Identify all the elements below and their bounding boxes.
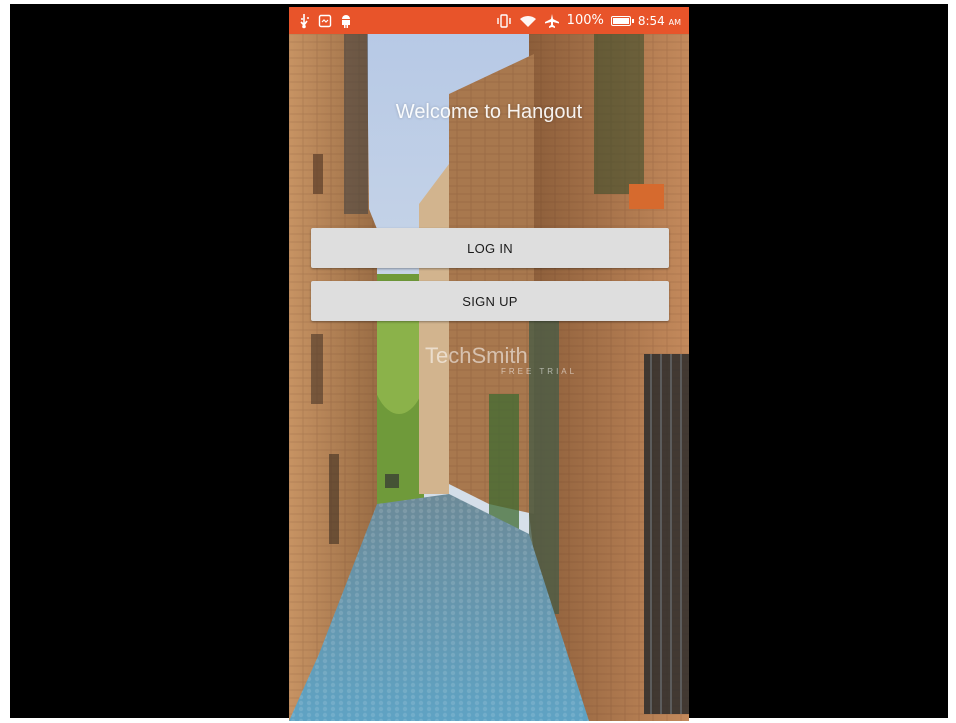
battery-icon <box>610 15 634 26</box>
welcome-title: Welcome to Hangout <box>395 101 583 123</box>
vibrate-icon <box>496 13 512 28</box>
watermark-sub: FREE TRIAL <box>501 367 578 376</box>
login-button[interactable]: LOG IN <box>311 228 669 268</box>
airplane-icon <box>544 13 560 29</box>
phone-screen: 100% 8:54 AM Welcome to Hangout LOG IN S… <box>289 7 689 721</box>
clock: 8:54 AM <box>637 13 681 28</box>
wifi-icon <box>519 14 537 28</box>
battery-percent: 100% <box>566 13 604 28</box>
usb-icon <box>297 13 311 29</box>
android-icon <box>339 13 353 29</box>
background-photo <box>289 34 689 721</box>
techsmith-watermark: TechSmith FREE TRIAL <box>425 343 577 376</box>
status-bar: 100% 8:54 AM <box>289 7 689 34</box>
screenshot-icon <box>318 14 332 28</box>
signup-button[interactable]: SIGN UP <box>311 281 669 321</box>
watermark-name: TechSmith <box>425 343 528 368</box>
